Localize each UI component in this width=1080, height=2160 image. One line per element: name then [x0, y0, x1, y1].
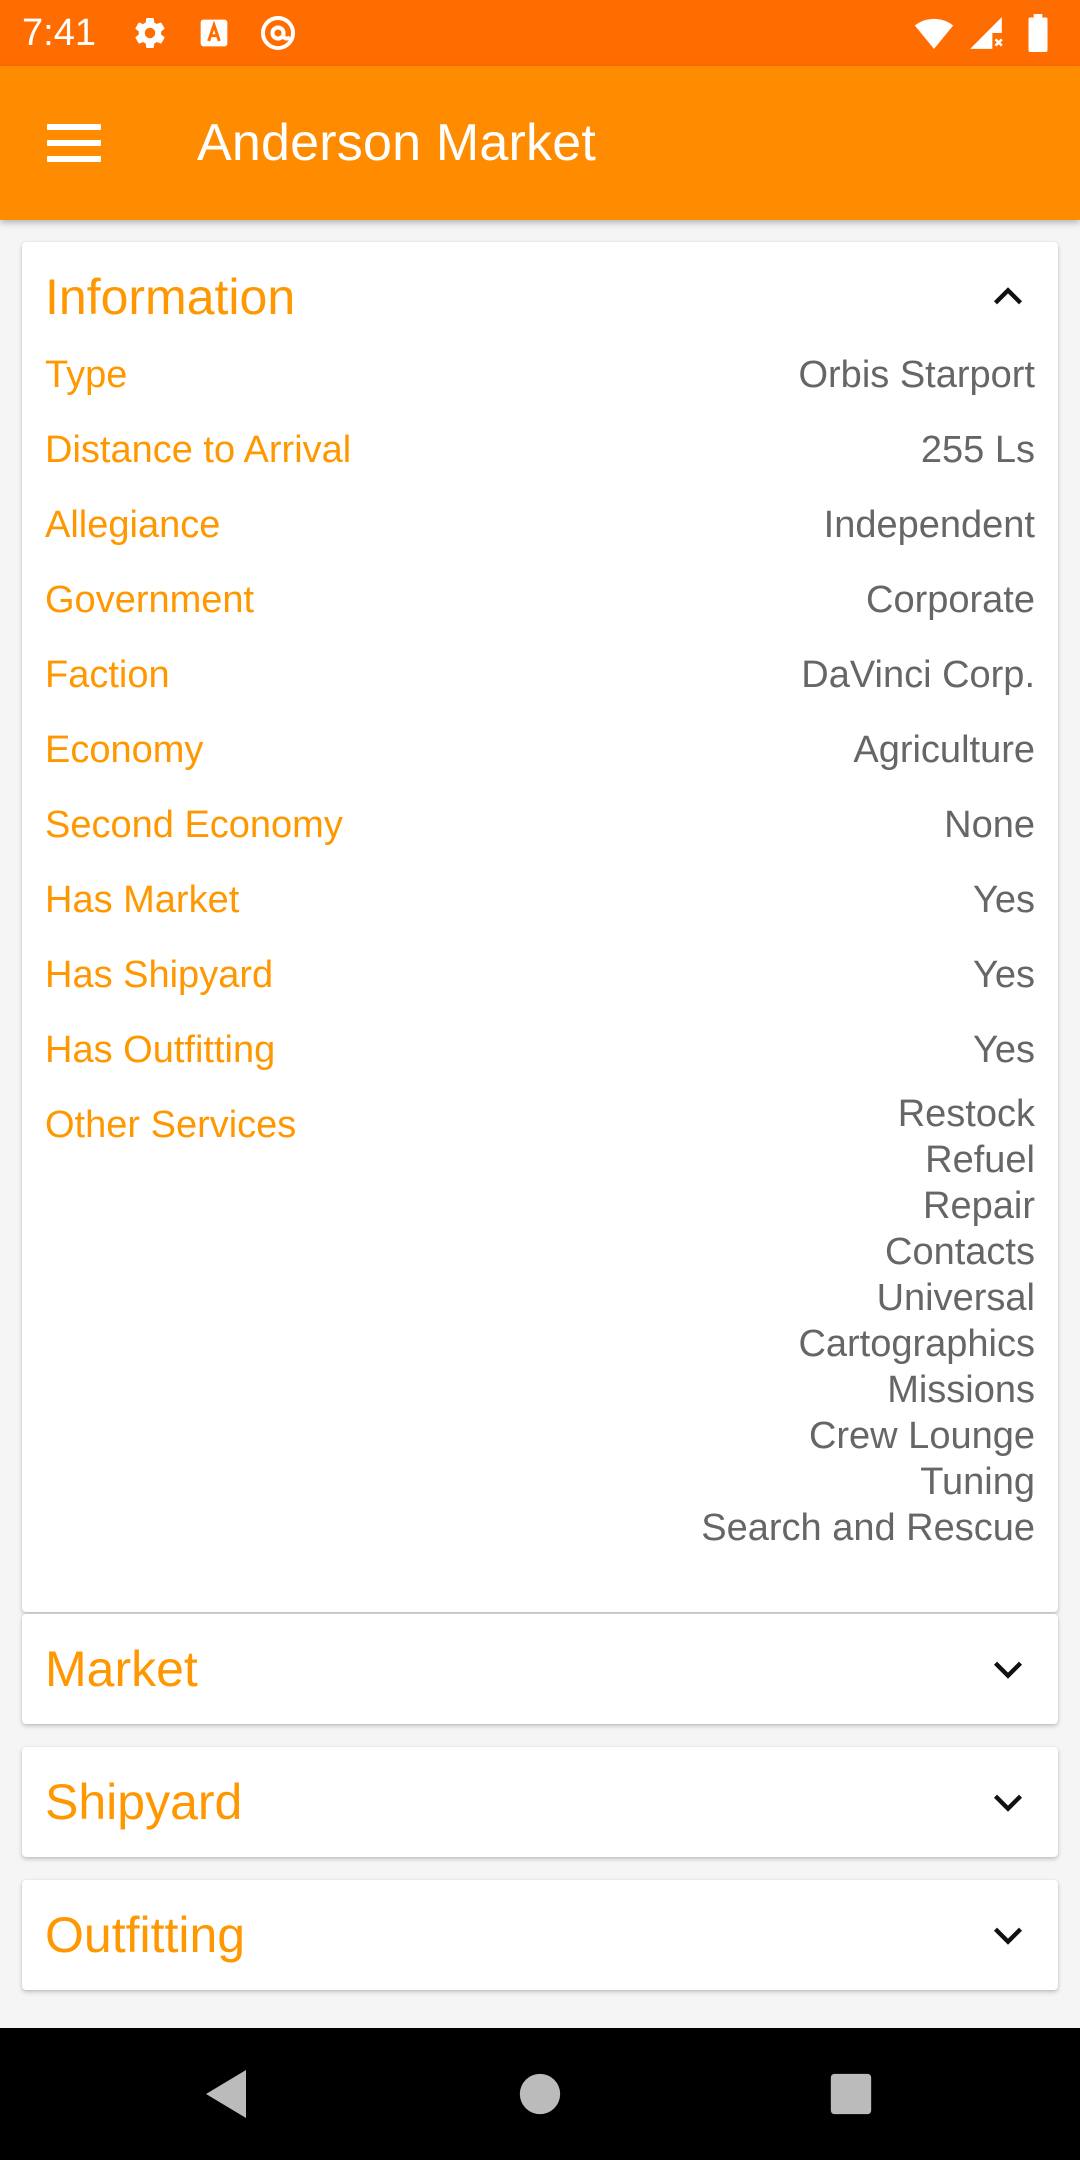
service-item: Contacts [885, 1231, 1035, 1273]
info-value: Yes [973, 1029, 1035, 1071]
page-title: Anderson Market [197, 114, 596, 172]
services-list: Restock Refuel Repair Contacts Universal… [701, 1091, 1035, 1551]
app-bar: Anderson Market [0, 66, 1080, 220]
info-label: Type [45, 354, 128, 396]
info-row-distance: Distance to Arrival 255 Ls [45, 427, 1035, 502]
shipyard-card: Shipyard [22, 1747, 1058, 1857]
info-row-allegiance: Allegiance Independent [45, 502, 1035, 577]
information-rows: Type Orbis Starport Distance to Arrival … [22, 352, 1058, 1577]
recents-icon[interactable] [811, 2054, 891, 2134]
info-label: Distance to Arrival [45, 429, 352, 471]
info-value: Corporate [866, 579, 1035, 621]
info-label: Has Outfitting [45, 1029, 276, 1071]
info-label: Other Services [45, 1104, 297, 1146]
info-label: Faction [45, 654, 170, 696]
service-item: Tuning [920, 1461, 1035, 1503]
info-value: 255 Ls [920, 429, 1035, 471]
chevron-down-icon[interactable] [988, 1915, 1028, 1955]
service-item: Restock [897, 1093, 1035, 1135]
information-card: Information Type Orbis Starport Distance… [22, 242, 1058, 1612]
chevron-down-icon[interactable] [988, 1649, 1028, 1689]
info-label: Second Economy [45, 804, 343, 846]
market-card-title: Market [45, 1641, 198, 1697]
info-value: Independent [823, 504, 1035, 546]
information-card-header[interactable]: Information [22, 242, 1058, 352]
outfitting-card-header[interactable]: Outfitting [22, 1880, 1058, 1990]
service-item: Repair [923, 1185, 1035, 1227]
info-row-second-economy: Second Economy None [45, 802, 1035, 877]
back-icon[interactable] [186, 2054, 266, 2134]
info-label: Government [45, 579, 255, 621]
info-label: Economy [45, 729, 204, 771]
status-bar: 7:41 [0, 0, 1080, 66]
shipyard-card-header[interactable]: Shipyard [22, 1747, 1058, 1857]
info-value: Agriculture [853, 729, 1035, 771]
info-row-has-shipyard: Has Shipyard Yes [45, 952, 1035, 1027]
market-card: Market [22, 1614, 1058, 1724]
text-a-icon [194, 13, 234, 53]
service-item: Crew Lounge [808, 1415, 1035, 1457]
service-item: Refuel [925, 1139, 1035, 1181]
hamburger-menu-icon[interactable] [47, 113, 107, 173]
wifi-icon [914, 13, 954, 53]
info-value: Yes [973, 954, 1035, 996]
content-area: Information Type Orbis Starport Distance… [0, 220, 1080, 2028]
info-label: Has Market [45, 879, 240, 921]
status-time: 7:41 [22, 11, 96, 54]
market-card-header[interactable]: Market [22, 1614, 1058, 1724]
info-row-economy: Economy Agriculture [45, 727, 1035, 802]
info-value: None [944, 804, 1035, 846]
info-row-other-services: Other Services Restock Refuel Repair Con… [45, 1093, 1035, 1551]
battery-icon [1018, 13, 1058, 53]
status-icons-right [914, 13, 1058, 53]
service-item: Universal [876, 1277, 1035, 1319]
information-card-title: Information [45, 269, 296, 325]
info-row-type: Type Orbis Starport [45, 352, 1035, 427]
info-value: Yes [973, 879, 1035, 921]
shipyard-card-title: Shipyard [45, 1774, 243, 1830]
cell-signal-icon [966, 13, 1006, 53]
home-icon[interactable] [500, 2054, 580, 2134]
service-item: Search and Rescue [701, 1507, 1035, 1549]
system-nav-bar [0, 2028, 1080, 2160]
info-row-government: Government Corporate [45, 577, 1035, 652]
outfitting-card: Outfitting [22, 1880, 1058, 1990]
gear-icon [130, 13, 170, 53]
info-row-faction: Faction DaVinci Corp. [45, 652, 1035, 727]
info-value: Orbis Starport [798, 354, 1035, 396]
service-item: Missions [887, 1369, 1035, 1411]
outfitting-card-title: Outfitting [45, 1907, 246, 1963]
status-icons-left [130, 13, 298, 53]
info-value: DaVinci Corp. [801, 654, 1035, 696]
info-row-has-market: Has Market Yes [45, 877, 1035, 952]
chevron-up-icon[interactable] [988, 277, 1028, 317]
service-item: Cartographics [798, 1323, 1035, 1365]
info-label: Allegiance [45, 504, 221, 546]
info-label: Has Shipyard [45, 954, 274, 996]
at-sign-icon [258, 13, 298, 53]
chevron-down-icon[interactable] [988, 1782, 1028, 1822]
